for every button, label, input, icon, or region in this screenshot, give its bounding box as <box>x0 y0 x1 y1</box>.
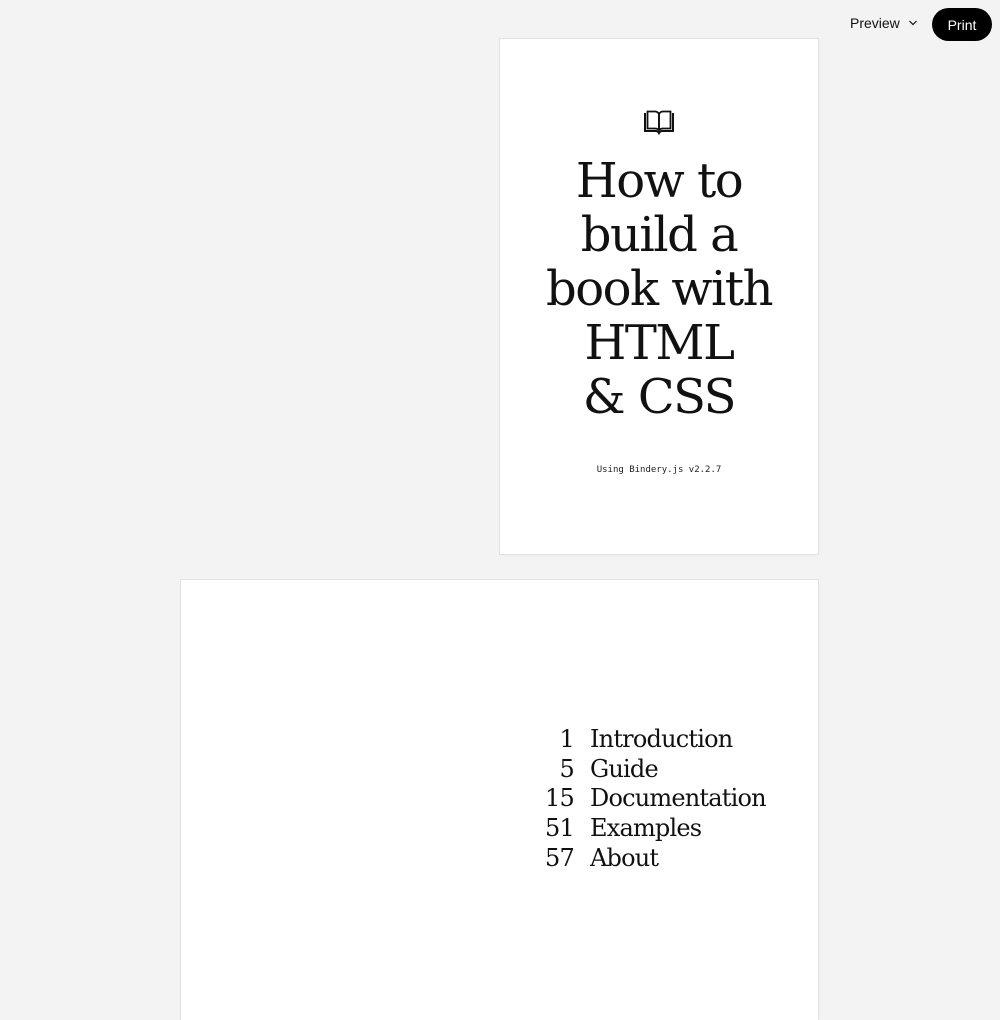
preview-dropdown[interactable]: Preview <box>850 14 918 32</box>
toc-page-number: 57 <box>545 843 575 872</box>
toc-title: About <box>590 843 659 872</box>
title-line: How to <box>575 153 744 209</box>
toc-page-number: 51 <box>545 814 575 843</box>
toc-title: Examples <box>590 814 702 843</box>
toc-item-documentation[interactable]: 15 Documentation <box>540 784 767 814</box>
toc-title: Documentation <box>590 784 767 813</box>
title-line: book with <box>545 261 774 317</box>
print-button[interactable]: Print <box>932 8 992 41</box>
cover-page: How to build a book with HTML & CSS Usin… <box>500 39 818 554</box>
table-of-contents: 1 Introduction 5 Guide 15 Documentation … <box>540 725 767 874</box>
toc-page-number: 15 <box>545 784 575 813</box>
title-line: HTML <box>584 315 735 371</box>
book-title: How to build a book with HTML & CSS <box>500 154 818 424</box>
title-line: & CSS <box>582 369 737 425</box>
toc-item-about[interactable]: 57 About <box>540 844 766 874</box>
toc-page-number: 1 <box>559 725 575 753</box>
toc-page-number: 5 <box>559 754 575 783</box>
preview-label: Preview <box>850 15 900 31</box>
toc-page: 1 Introduction 5 Guide 15 Documentation … <box>500 580 818 1020</box>
toc-item-introduction[interactable]: 1 Introduction <box>540 725 766 755</box>
blank-page <box>181 580 499 1020</box>
toc-title: Guide <box>590 754 659 783</box>
title-line: build a <box>580 207 739 263</box>
open-book-icon <box>643 110 675 136</box>
chevron-down-icon <box>908 18 918 28</box>
toc-item-examples[interactable]: 51 Examples <box>540 814 766 844</box>
toc-item-guide[interactable]: 5 Guide <box>540 755 766 785</box>
toc-spread: 1 Introduction 5 Guide 15 Documentation … <box>181 580 818 1020</box>
toc-title: Introduction <box>590 725 733 753</box>
book-subtitle: Using Bindery.js v2.2.7 <box>596 465 722 475</box>
